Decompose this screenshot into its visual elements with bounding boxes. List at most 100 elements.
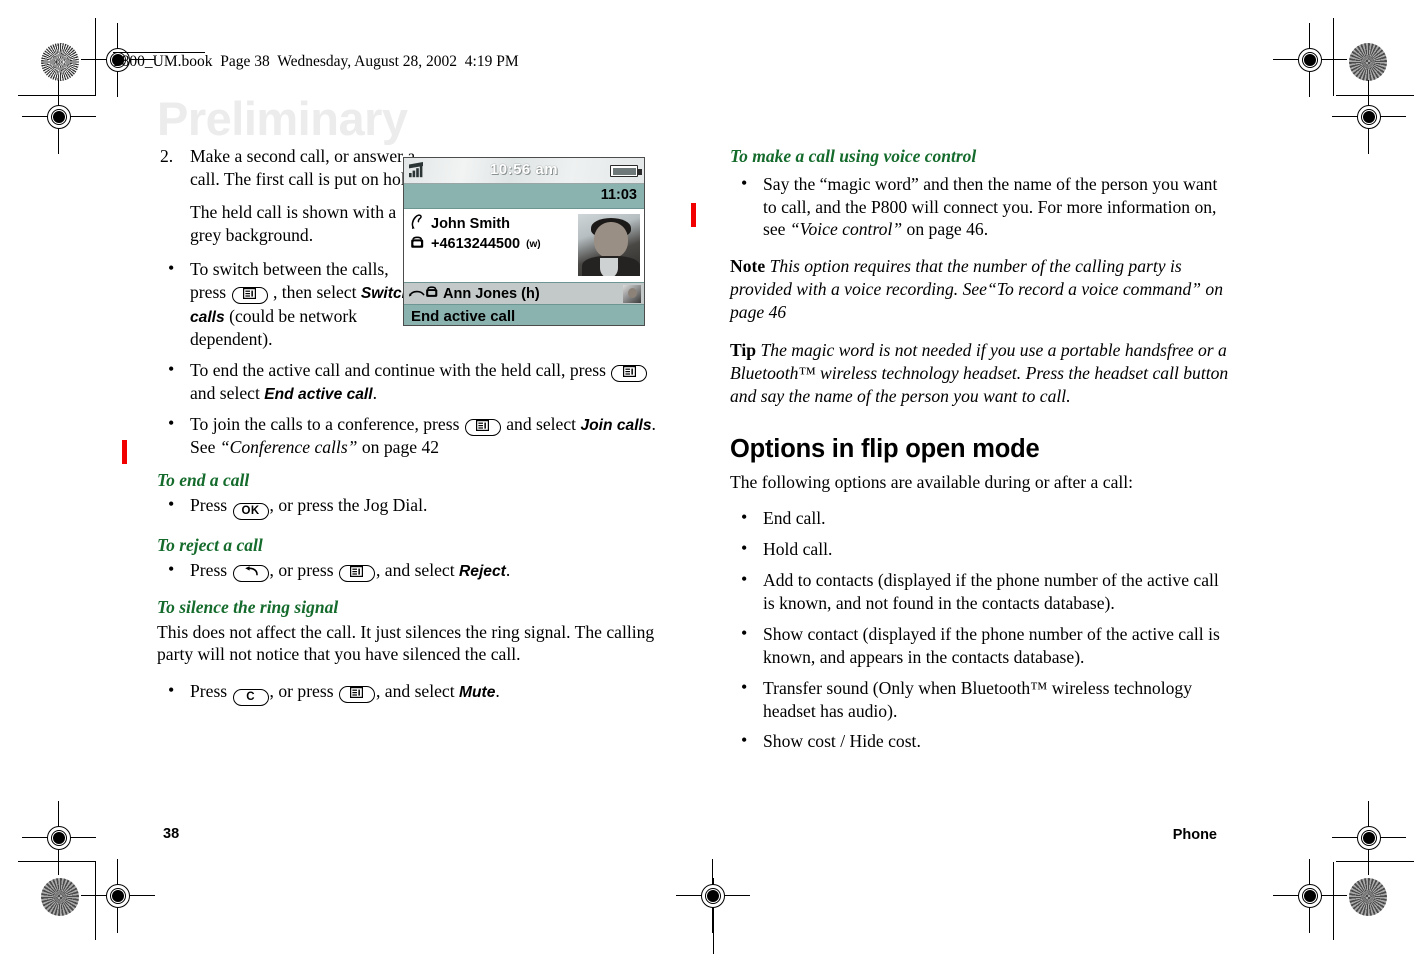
ui-label-reject: Reject [459, 562, 506, 580]
full-width-bullets: To end the active call and continue with… [157, 358, 657, 459]
crop-line-bottom-left-h [18, 861, 96, 863]
phone-call-timer-bar: 11:03 [404, 184, 644, 209]
phone-clock-time: 10:56 am [489, 161, 559, 178]
registration-mark-right-upper [1332, 80, 1406, 154]
file-header-line: P800_UM.book Page 38 Wednesday, August 2… [113, 53, 519, 70]
tip-body: The magic word is not needed if you use … [730, 339, 1229, 406]
menu-key-icon [338, 686, 375, 704]
telephone-icon [425, 285, 439, 303]
active-call-panel: John Smith +4613244500 (w) [404, 209, 644, 283]
print-color-star-bottom-right [1349, 878, 1387, 916]
bullet-text-part: and select [501, 413, 581, 434]
bullet-switch-calls: To switch between the calls, press , the… [157, 257, 422, 350]
note-body: This option requires that the number of … [730, 256, 1224, 323]
active-call-number: +4613244500 [431, 236, 521, 252]
clear-key-icon: C [232, 689, 269, 707]
step-note: The held call is shown with a grey backg… [190, 201, 397, 245]
heading-options-in-flip-open-mode: Options in flip open mode [730, 435, 1040, 464]
heading-to-silence-the-ring-signal: To silence the ring signal [157, 596, 339, 617]
change-bar-right [691, 203, 696, 227]
reject-call-bullets: Press , or press , and select Reject. [157, 558, 657, 582]
step-text: Make a second call, or answer a call. Th… [190, 146, 419, 189]
silence-body-text: This does not affect the call. It just s… [157, 621, 655, 665]
bullet-end-active-call: To end the active call and continue with… [157, 358, 657, 405]
call-timer: 11:03 [600, 187, 637, 203]
ok-key-icon: OK [232, 502, 269, 520]
bullet-text-part: on page 46. [902, 219, 989, 240]
handset-active-icon [410, 214, 425, 234]
footer-page-number: 38 [163, 826, 180, 842]
menu-key-icon [464, 418, 501, 436]
bullet-reject-call: Press , or press , and select Reject. [157, 558, 657, 582]
contact-thumbnail [623, 285, 641, 303]
menu-key-icon [338, 564, 375, 582]
footer-chapter-name: Phone [1172, 827, 1217, 843]
menu-key-icon [231, 287, 268, 305]
crop-line-bottom-right-h [1336, 861, 1414, 863]
list-item: Show cost / Hide cost. [730, 729, 1230, 753]
phone-status-bar: 10:56 am [404, 158, 644, 184]
bullet-voice-control: Say the “magic word” and then the name o… [730, 172, 1230, 242]
list-item: Add to contacts (displayed if the phone … [730, 568, 1230, 615]
bullet-text-part: Press [190, 559, 232, 580]
active-call-number-type: (w) [526, 238, 541, 250]
tip-block: Tip The magic word is not needed if you … [730, 339, 1230, 408]
registration-mark-right-lower [1332, 801, 1406, 875]
bullet-text-part: . [495, 681, 500, 702]
bullet-text-part: , or press [269, 681, 338, 702]
silence-bullets: Press C, or press , and select Mute. [157, 679, 657, 707]
held-call-row: Ann Jones (h) [404, 283, 644, 305]
back-key-icon [232, 564, 269, 582]
bullet-text-part: To join the calls to a conference, press [190, 413, 464, 434]
registration-mark-left-upper [22, 80, 96, 154]
change-bar-left [122, 440, 127, 464]
printed-page: P800_UM.book Page 38 Wednesday, August 2… [0, 0, 1428, 955]
bullet-text-part: , and select [375, 681, 460, 702]
heading-to-reject-a-call: To reject a call [157, 534, 263, 555]
cross-reference-voice-control: “Voice control” [789, 219, 903, 240]
registration-mark-bottom-center [676, 859, 750, 933]
bullet-mute: Press C, or press , and select Mute. [157, 679, 657, 707]
bullet-text-part: and select [190, 382, 265, 403]
registration-mark-top-right [1273, 23, 1347, 97]
bullet-text-part: Press [190, 681, 232, 702]
handset-held-icon [409, 285, 425, 303]
step-number: 2. [160, 146, 174, 166]
ui-label-mute: Mute [459, 684, 496, 702]
registration-mark-bottom-right [1273, 859, 1347, 933]
cross-reference-conference-calls: “Conference calls” [219, 437, 358, 458]
bullet-text-part: . [372, 382, 377, 403]
list-item: Transfer sound (Only when Bluetooth™ wir… [730, 676, 1230, 723]
end-call-bullets: Press OK, or press the Jog Dial. [157, 493, 657, 520]
heading-voice-control: To make a call using voice control [730, 146, 977, 166]
bullet-text-part: , or press the Jog Dial. [269, 494, 428, 515]
registration-mark-bottom-left [81, 859, 155, 933]
print-color-star-top-right [1349, 43, 1387, 81]
list-item: End call. [730, 506, 1230, 530]
preliminary-watermark: Preliminary [157, 92, 408, 145]
bullet-text-part: . [505, 559, 511, 580]
crop-line-top-right-v [1333, 18, 1335, 96]
bullet-text-part: , then select [268, 282, 361, 303]
crop-line-bottom-right-v [1333, 862, 1335, 940]
ui-label-join-calls: Join calls [580, 416, 652, 434]
options-intro: The following options are available duri… [730, 471, 1134, 492]
note-block: Note This option requires that the numbe… [730, 255, 1230, 324]
voice-control-bullets: Say the “magic word” and then the name o… [730, 172, 1230, 242]
bullet-text-part: Press [190, 494, 232, 515]
list-item: Show contact (displayed if the phone num… [730, 622, 1230, 669]
soft-key-label: End active call [411, 307, 516, 325]
contact-photo [578, 214, 640, 276]
ui-label-end-active-call: End active call [264, 385, 373, 403]
bullet-text-part: To end the active call and continue with… [190, 359, 611, 380]
soft-key-bar[interactable]: End active call [404, 305, 644, 325]
battery-icon [610, 165, 642, 177]
right-column: To make a call using voice control Say t… [730, 145, 1230, 763]
list-item: Hold call. [730, 537, 1230, 561]
options-list: End call. Hold call. Add to contacts (di… [730, 506, 1230, 753]
bullet-text-part: , or press [269, 559, 338, 580]
phone-screenshot: 10:56 am 11:03 John Smith +4613244500 (w… [403, 157, 645, 326]
print-color-star-bottom-left [41, 878, 79, 916]
telephone-icon [410, 235, 425, 254]
note-label: Note [730, 256, 766, 277]
